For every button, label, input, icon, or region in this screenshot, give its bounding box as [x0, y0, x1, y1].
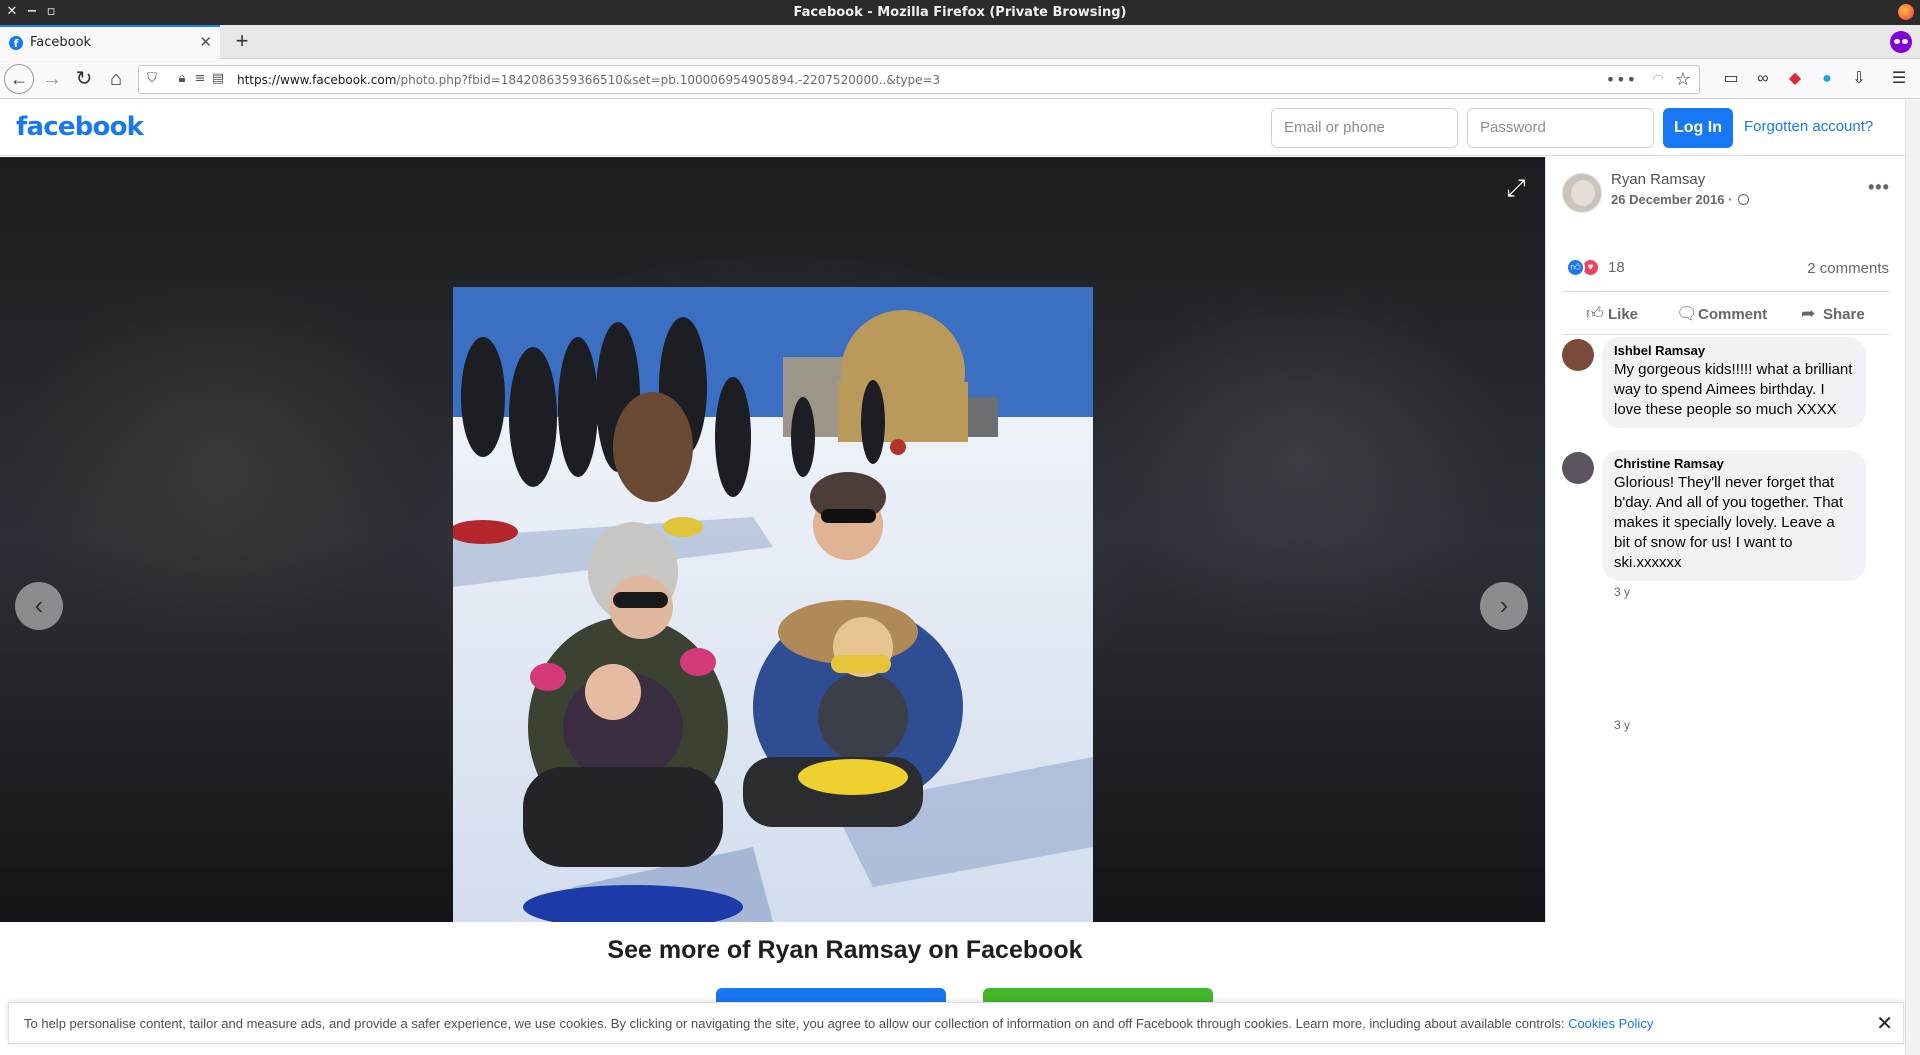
cookie-text: To help personalise content, tailor and … [24, 1016, 1654, 1031]
tracking-shield-icon[interactable]: ⛉ [145, 72, 159, 86]
downloads-icon[interactable]: ⇩ [1848, 68, 1870, 90]
page-actions-icon[interactable]: ••• [1606, 70, 1637, 89]
tab-facebook[interactable]: f Facebook ✕ [0, 25, 220, 59]
thumbs-up-icon: 👍︎ [1586, 304, 1604, 323]
post-details-panel: Ryan Ramsay 26 December 2016 · ••• 👍︎ ♥ … [1545, 157, 1905, 922]
reaction-icons[interactable]: 👍︎ ♥ [1566, 258, 1606, 278]
lock-icon[interactable]: 🔒︎ [175, 72, 189, 86]
commenter-avatar[interactable] [1562, 339, 1594, 371]
back-button[interactable]: ← [4, 64, 34, 94]
comment-count[interactable]: 2 comments [1807, 260, 1889, 277]
next-photo-button[interactable]: › [1480, 582, 1528, 630]
author-avatar[interactable] [1562, 173, 1602, 213]
comment-timestamp[interactable]: 3 y [1614, 585, 1630, 599]
navigation-bar: ← → ↻ ⌂ ⛉ 🔒︎ ≡ ▤ https://www.facebook.co… [0, 60, 1920, 99]
reload-button[interactable]: ↻ [70, 65, 98, 93]
window-titlebar: ✕ − ▫ Facebook - Mozilla Firefox (Privat… [0, 0, 1920, 25]
cookies-policy-link[interactable]: Cookies Policy [1568, 1016, 1653, 1031]
facebook-header: facebook Email or phone Password Log In … [0, 100, 1905, 156]
private-browsing-icon [1890, 31, 1912, 53]
post-author-name[interactable]: Ryan Ramsay [1611, 171, 1705, 188]
more-options-icon[interactable]: ••• [1868, 177, 1890, 198]
url-bar[interactable]: ⛉ 🔒︎ ≡ ▤ https://www.facebook.com/photo.… [138, 65, 1700, 94]
public-globe-icon [1738, 194, 1750, 205]
glasses-icon[interactable]: ∞ [1752, 68, 1774, 90]
reader-icon[interactable]: ▤ [211, 72, 225, 86]
facebook-favicon-icon: f [9, 36, 23, 50]
post-photo [453, 287, 1093, 922]
tab-strip: f Facebook ✕ + [0, 25, 1920, 59]
tab-label: Facebook [30, 35, 92, 50]
commenter-avatar[interactable] [1562, 452, 1594, 484]
comment-text: Glorious! They'll never forget that b'da… [1614, 474, 1844, 571]
login-button[interactable]: Log In [1663, 108, 1733, 148]
pocket-icon[interactable]: ◠ [1651, 73, 1665, 87]
extension-red-icon[interactable]: ◆ [1784, 68, 1806, 90]
menu-icon[interactable]: ☰ [1888, 68, 1910, 90]
facebook-logo[interactable]: facebook [16, 112, 144, 142]
forgotten-account-link[interactable]: Forgotten account? [1744, 118, 1873, 135]
reaction-count[interactable]: 18 [1608, 259, 1625, 276]
email-field[interactable]: Email or phone [1271, 108, 1458, 148]
comment-timestamp[interactable]: 3 y [1614, 718, 1630, 732]
chat-icon[interactable]: ▭ [1720, 68, 1742, 90]
photo-stage: ‹ › ⤢ [0, 157, 1545, 922]
fullscreen-expand-icon[interactable]: ⤢ [1502, 175, 1530, 203]
commenter-name[interactable]: Ishbel Ramsay [1614, 343, 1854, 358]
like-reaction-icon: 👍︎ [1566, 258, 1585, 277]
close-icon[interactable]: ✕ [1876, 1011, 1893, 1036]
previous-photo-button[interactable]: ‹ [15, 582, 63, 630]
cookie-banner: To help personalise content, tailor and … [8, 1002, 1904, 1044]
password-field[interactable]: Password [1467, 108, 1654, 148]
photo-illustration [453, 287, 1093, 922]
like-button[interactable]: 👍︎ Like [1586, 301, 1638, 327]
comment-button[interactable]: 🗨︎Comment [1676, 301, 1767, 327]
permissions-icon[interactable]: ≡ [193, 72, 207, 86]
home-button[interactable]: ⌂ [102, 65, 130, 93]
see-more-heading: See more of Ryan Ramsay on Facebook [607, 936, 1083, 964]
forward-button[interactable]: → [38, 65, 66, 93]
close-tab-icon[interactable]: ✕ [199, 33, 212, 51]
firefox-icon [1898, 4, 1914, 20]
share-arrow-icon: ➦ [1801, 304, 1816, 323]
bookmark-star-icon[interactable]: ☆ [1675, 69, 1691, 90]
post-date[interactable]: 26 December 2016 · [1611, 192, 1750, 207]
comment-text: My gorgeous kids!!!!! what a brilliant w… [1614, 361, 1853, 418]
commenter-name[interactable]: Christine Ramsay [1614, 456, 1854, 471]
url-text[interactable]: https://www.facebook.com/photo.php?fbid=… [237, 73, 940, 87]
extension-blue-icon[interactable]: ● [1816, 68, 1838, 90]
page-scrollbar[interactable] [1905, 100, 1920, 1055]
comment-bubble-icon: 🗨︎ [1676, 304, 1698, 323]
divider [1562, 334, 1890, 335]
share-button[interactable]: ➦ Share [1801, 301, 1865, 327]
comment-bubble: Christine Ramsay Glorious! They'll never… [1602, 450, 1866, 581]
comment-bubble: Ishbel Ramsay My gorgeous kids!!!!! what… [1602, 337, 1866, 428]
new-tab-button[interactable]: + [230, 29, 254, 53]
window-title: Facebook - Mozilla Firefox (Private Brow… [793, 5, 1127, 20]
divider [1562, 291, 1890, 292]
